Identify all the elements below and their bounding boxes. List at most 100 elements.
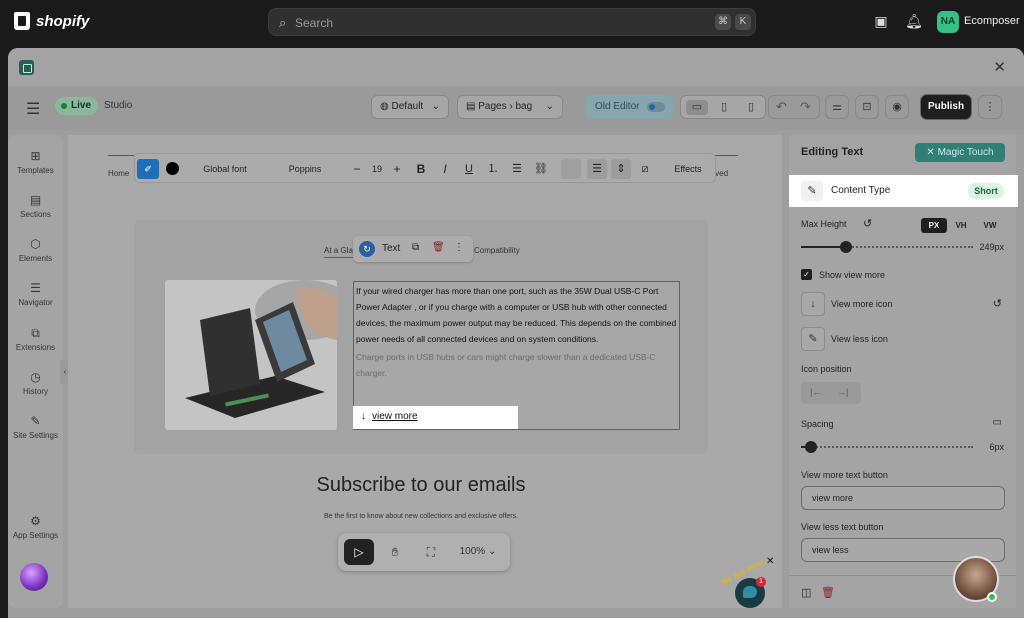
sidebar-item-navigator[interactable]: ☰ Navigator	[8, 281, 63, 307]
nav-home-link[interactable]: Home	[108, 169, 129, 178]
highlight-swatch[interactable]	[561, 159, 581, 179]
unit-px[interactable]: PX	[921, 218, 947, 233]
max-height-value: 249px	[979, 242, 1004, 252]
history-icon: ◷	[30, 370, 41, 384]
ordered-list-icon[interactable]: ⒈	[485, 159, 501, 179]
store-avatar[interactable]: NA	[937, 11, 959, 33]
inbox-icon[interactable]: ▣	[872, 12, 890, 30]
tab-at-a-glance[interactable]: At a Gla	[324, 246, 353, 258]
font-size-value[interactable]: 19	[369, 159, 385, 179]
sidebar-item-elements[interactable]: ⬡ Elements	[8, 237, 63, 263]
clear-format-icon[interactable]: ⧄	[637, 159, 653, 179]
sidebar-item-label: App Settings	[12, 531, 59, 540]
undo-icon[interactable]: ↶	[776, 99, 787, 115]
zoom-select[interactable]: 100% ⌄	[450, 539, 506, 565]
position-right-icon[interactable]: →|	[837, 387, 848, 397]
unit-vw[interactable]: VW	[979, 218, 1001, 233]
subscribe-title: Subscribe to our emails	[316, 474, 526, 496]
more-options-icon[interactable]: ⋮	[978, 95, 1002, 119]
sidebar-item-app-settings[interactable]: ⚙ App Settings	[8, 514, 63, 540]
max-height-slider[interactable]	[801, 241, 973, 253]
view-more-button[interactable]: ↓ view more	[353, 406, 518, 429]
tab-compatibility[interactable]: Compatibility	[474, 246, 520, 255]
hand-tool-icon[interactable]: ✋︎	[380, 539, 410, 565]
layout-icon[interactable]: ◫	[801, 586, 811, 599]
bell-icon[interactable]: 🔔︎	[905, 12, 923, 30]
mobile-icon[interactable]: ▯	[740, 100, 762, 115]
ai-assistant-orb[interactable]	[20, 563, 48, 591]
publish-button[interactable]: Publish	[921, 95, 971, 119]
text-element-icon[interactable]: ↻	[359, 241, 375, 257]
slider-handle[interactable]	[805, 441, 817, 453]
reset-icon[interactable]: ↺	[863, 217, 872, 230]
spacing-slider[interactable]	[801, 441, 973, 453]
align-icon[interactable]: ☰	[587, 159, 607, 179]
tablet-icon[interactable]: ▯	[713, 100, 735, 115]
device-icon[interactable]: ▭	[993, 417, 1002, 428]
view-more-icon-picker[interactable]: ↓	[801, 292, 825, 316]
inspect-icon[interactable]: ⊡	[855, 95, 879, 119]
zoom-value: 100%	[459, 546, 486, 557]
italic-icon[interactable]: I	[437, 159, 453, 179]
content-type-row[interactable]: ✎ Content Type Short	[789, 175, 1018, 207]
sidebar-item-sections[interactable]: ▤ Sections	[8, 193, 63, 219]
show-view-more-label: Show view more	[819, 270, 886, 280]
font-family-select[interactable]: Poppins	[273, 159, 337, 179]
preview-eye-icon[interactable]: ◉	[885, 95, 909, 119]
toggle-switch[interactable]	[647, 102, 665, 112]
store-name[interactable]: Ecomposer	[964, 15, 1020, 27]
magic-wand-icon[interactable]: ✐	[137, 159, 159, 179]
page-select[interactable]: ▤ Pages › bag ⌄	[457, 95, 563, 119]
fit-screen-icon[interactable]: ⛶	[416, 539, 446, 565]
link-icon[interactable]: ⛓	[533, 159, 549, 179]
duplicate-icon[interactable]: ⧉	[412, 242, 419, 253]
redo-icon[interactable]: ↷	[800, 99, 811, 115]
sidebar-item-label: History	[23, 387, 48, 396]
hamburger-menu-icon[interactable]: ☰	[26, 99, 40, 119]
view-more-text-input[interactable]: view more	[801, 486, 1005, 510]
shopify-logo-text: shopify	[36, 12, 90, 30]
old-editor-toggle[interactable]: Old Editor	[585, 95, 673, 119]
pencil-icon: ✎	[801, 181, 823, 201]
global-font-select[interactable]: Global font	[193, 159, 257, 179]
reset-icon[interactable]: ↺	[993, 297, 1002, 310]
sidebar-item-extensions[interactable]: ⧉ Extensions	[8, 326, 63, 352]
text-color-swatch[interactable]	[165, 159, 179, 179]
bold-icon[interactable]: B	[413, 159, 429, 179]
search-input[interactable]: ⌕ Search ⌘ K	[268, 8, 756, 36]
increase-size-icon[interactable]: +	[391, 159, 403, 179]
extensions-icon: ⧉	[31, 326, 40, 340]
view-less-icon-picker[interactable]: ✎	[801, 327, 825, 351]
more-icon[interactable]: ⋮	[454, 242, 464, 253]
underline-icon[interactable]: U	[461, 159, 477, 179]
text-paragraph-faded[interactable]: Charge ports in USB hubs or cars might c…	[354, 348, 679, 382]
sidebar-item-history[interactable]: ◷ History	[8, 370, 63, 396]
text-paragraph-main[interactable]: If your wired charger has more than one …	[354, 282, 679, 348]
slider-handle[interactable]	[840, 241, 852, 253]
bullet-list-icon[interactable]: ☰	[509, 159, 525, 179]
product-image[interactable]	[165, 280, 337, 430]
arrow-down-icon: ↓	[361, 411, 366, 422]
close-icon[interactable]: ✕	[993, 58, 1006, 76]
content-type-label: Content Type	[831, 185, 891, 196]
content-type-badge[interactable]: Short	[968, 183, 1004, 199]
close-chat-icon[interactable]: ✕	[766, 556, 774, 567]
studio-label[interactable]: Studio	[104, 100, 132, 111]
select-tool-icon[interactable]: ▷	[344, 539, 374, 565]
delete-icon[interactable]: 🗑︎	[821, 586, 835, 599]
effects-button[interactable]: Effects	[665, 159, 711, 179]
magic-touch-button[interactable]: ✕ Magic Touch	[915, 143, 1005, 162]
desktop-icon[interactable]: ▭	[686, 100, 708, 115]
position-left-icon[interactable]: |←	[810, 387, 821, 397]
shopify-logo[interactable]: shopify	[14, 12, 89, 30]
decrease-size-icon[interactable]: −	[351, 159, 363, 179]
unit-vh[interactable]: VH	[951, 218, 971, 233]
sidebar-item-templates[interactable]: ⊞ Templates	[8, 149, 63, 175]
theme-select[interactable]: ◍ Default ⌄	[371, 95, 449, 119]
sliders-icon[interactable]: ⚌	[825, 95, 849, 119]
sidebar-item-site-settings[interactable]: ✎ Site Settings	[8, 414, 63, 440]
delete-icon[interactable]: 🗑︎	[432, 242, 445, 253]
settings-panel: Editing Text ✕ Magic Touch ✎ Content Typ…	[789, 135, 1018, 608]
show-view-more-checkbox[interactable]: ✓	[801, 269, 812, 280]
line-height-icon[interactable]: ⇕	[611, 159, 631, 179]
